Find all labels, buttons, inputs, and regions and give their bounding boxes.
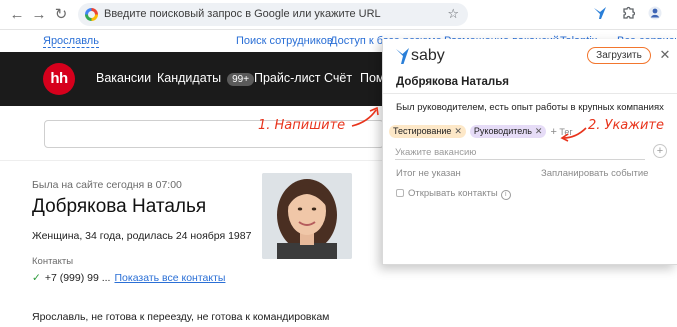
tag-label: Тестирование — [393, 126, 452, 137]
tag-list: Тестирование ✕ Руководитель ✕ + Тег — [389, 123, 573, 139]
nav-vacancies[interactable]: Вакансии — [96, 71, 151, 85]
extensions-puzzle-icon[interactable] — [620, 6, 636, 22]
remove-tag-icon[interactable]: ✕ — [454, 126, 462, 136]
comment-field[interactable]: Был руководителем, есть опыт работы в кр… — [396, 102, 664, 113]
close-icon[interactable]: ✕ — [659, 47, 671, 63]
saby-logo-text: saby — [411, 47, 445, 64]
annotation-specify: 2. Укажите — [588, 118, 665, 133]
hh-header: hh Вакансии Кандидаты 99+ Прайс-лист Счёт… — [0, 52, 385, 106]
check-icon: ✓ — [32, 272, 41, 284]
profile-avatar-icon[interactable] — [647, 6, 663, 22]
address-placeholder: Введите поисковый запрос в Google или ук… — [104, 8, 381, 20]
nav-account[interactable]: Счёт — [324, 71, 352, 85]
candidate-photo — [262, 173, 352, 259]
candidate-info: Женщина, 34 года, родилась 24 ноября 198… — [32, 230, 252, 242]
tag-label: Руководитель — [473, 126, 532, 137]
add-vacancy-plus-icon[interactable]: + — [653, 144, 667, 158]
nav-price-list[interactable]: Прайс-лист — [254, 71, 321, 85]
arrow-to-comment-head — [369, 106, 379, 116]
checkbox-icon[interactable] — [396, 189, 404, 197]
result-selector[interactable]: Итог не указан — [396, 168, 461, 179]
nav-help[interactable]: Пом — [360, 71, 385, 85]
google-icon — [85, 8, 98, 21]
hh-logo[interactable]: hh — [43, 63, 75, 95]
last-seen-text: Была на сайте сегодня в 07:00 — [32, 179, 182, 191]
region-link[interactable]: Ярославль — [43, 35, 99, 48]
upload-button[interactable]: Загрузить — [587, 47, 651, 64]
plus-icon: + — [550, 125, 557, 138]
open-contacts-label: Открывать контакты — [408, 188, 498, 199]
candidate-name: Добрякова Наталья — [32, 196, 207, 217]
info-icon[interactable]: i — [500, 190, 511, 200]
popup-candidate-name: Добрякова Наталья — [396, 76, 509, 88]
show-contacts-link[interactable]: Показать все контакты — [114, 272, 225, 284]
phone-row: ✓ +7 (999) 99 ... Показать все контакты — [32, 272, 225, 284]
reload-icon[interactable]: ↻ — [52, 6, 70, 24]
candidates-count-badge: 99+ — [227, 73, 255, 86]
forward-arrow-icon[interactable]: → — [30, 6, 48, 24]
open-contacts-checkbox[interactable]: Открывать контакты i — [396, 188, 511, 200]
tag-testing[interactable]: Тестирование ✕ — [389, 125, 466, 139]
browser-toolbar: ← → ↻ Введите поисковый запрос в Google … — [0, 0, 677, 30]
saby-popup: saby Загрузить ✕ Добрякова Наталья Был р… — [382, 39, 677, 265]
nav-candidates-label: Кандидаты — [157, 71, 222, 85]
vacancy-input[interactable] — [395, 146, 645, 160]
address-bar[interactable]: Введите поисковый запрос в Google или ук… — [78, 3, 468, 26]
phone-number: +7 (999) 99 ... — [44, 272, 111, 284]
relocation-text: Ярославль, не готова к переезду, не гото… — [32, 311, 330, 323]
tag-manager[interactable]: Руководитель ✕ — [469, 125, 547, 139]
annotation-write: 1. Напишите — [258, 118, 346, 133]
schedule-event-button[interactable]: Запланировать событие — [541, 168, 648, 179]
popup-divider — [383, 93, 677, 94]
top-link-employee-search[interactable]: Поиск сотрудников — [236, 35, 333, 47]
saby-extension-icon[interactable] — [592, 6, 608, 22]
remove-tag-icon[interactable]: ✕ — [535, 126, 543, 136]
nav-candidates[interactable]: Кандидаты 99+ — [157, 71, 255, 86]
add-tag-label: Тег — [559, 126, 573, 137]
back-arrow-icon[interactable]: ← — [8, 6, 26, 24]
add-tag-button[interactable]: + Тег — [550, 126, 572, 138]
saby-logo: saby — [396, 47, 445, 65]
contacts-heading: Контакты — [32, 256, 74, 267]
saby-logo-icon — [396, 47, 409, 64]
bookmark-star-icon[interactable]: ☆ — [447, 6, 459, 22]
